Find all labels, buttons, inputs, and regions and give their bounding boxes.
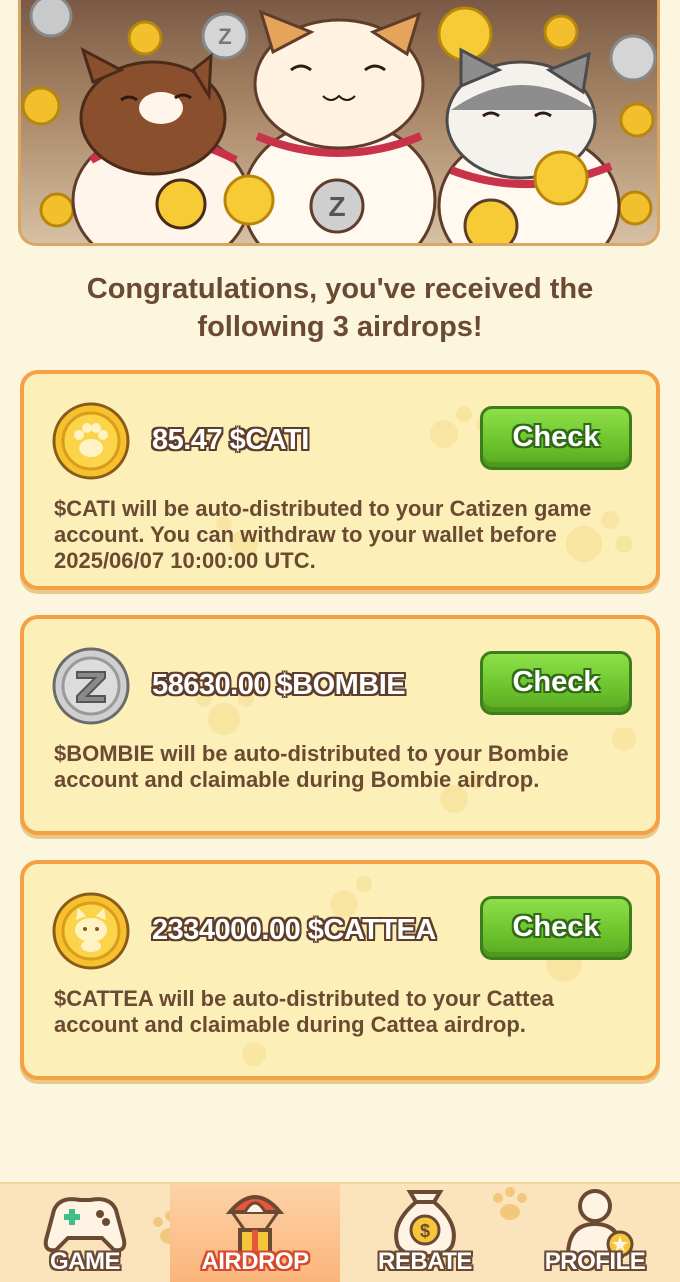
- svg-text:$: $: [420, 1221, 430, 1241]
- check-button-cattea[interactable]: Check: [480, 896, 632, 960]
- airdrop-amount: 85.47 $CATI: [152, 424, 309, 456]
- nav-label: REBATE: [378, 1248, 472, 1275]
- airdrop-card-cattea: 2334000.00 $CATTEA Check $CATTEA will be…: [20, 860, 660, 1080]
- check-button-cati[interactable]: Check: [480, 406, 632, 470]
- nav-tab-profile[interactable]: PROFILE: [510, 1184, 680, 1282]
- nav-label: PROFILE: [544, 1248, 646, 1275]
- nav-tab-airdrop[interactable]: AIRDROP: [170, 1184, 340, 1282]
- nav-label: AIRDROP: [201, 1248, 309, 1275]
- nav-tab-rebate[interactable]: $ REBATE: [340, 1184, 510, 1282]
- page-title: Congratulations, you've received the fol…: [86, 273, 594, 343]
- nav-tab-game[interactable]: GAME: [0, 1184, 170, 1282]
- check-button-bombie[interactable]: Check: [480, 651, 632, 715]
- hero-banner-illustration: Z Z: [18, 0, 660, 246]
- airdrop-amount: 2334000.00 $CATTEA: [152, 914, 436, 946]
- cattea-cat-coin-icon: [52, 892, 130, 970]
- cati-paw-coin-icon: [52, 402, 130, 480]
- airdrop-card-cati: 85.47 $CATI Check $CATI will be auto-dis…: [20, 370, 660, 590]
- airdrop-description: $CATI will be auto-distributed to your C…: [54, 496, 592, 573]
- airdrop-description: $BOMBIE will be auto-distributed to your…: [54, 741, 569, 792]
- svg-text:Z: Z: [218, 24, 231, 49]
- bombie-z-coin-icon: [52, 647, 130, 725]
- airdrop-description: $CATTEA will be auto-distributed to your…: [54, 986, 554, 1037]
- airdrop-amount: 58630.00 $BOMBIE: [152, 669, 406, 701]
- svg-text:Z: Z: [328, 191, 345, 222]
- nav-label: GAME: [50, 1248, 121, 1275]
- bottom-navigation-bar: GAME AIRDROP $ REBATE PROFILE: [0, 1182, 680, 1282]
- airdrop-card-bombie: 58630.00 $BOMBIE Check $BOMBIE will be a…: [20, 615, 660, 835]
